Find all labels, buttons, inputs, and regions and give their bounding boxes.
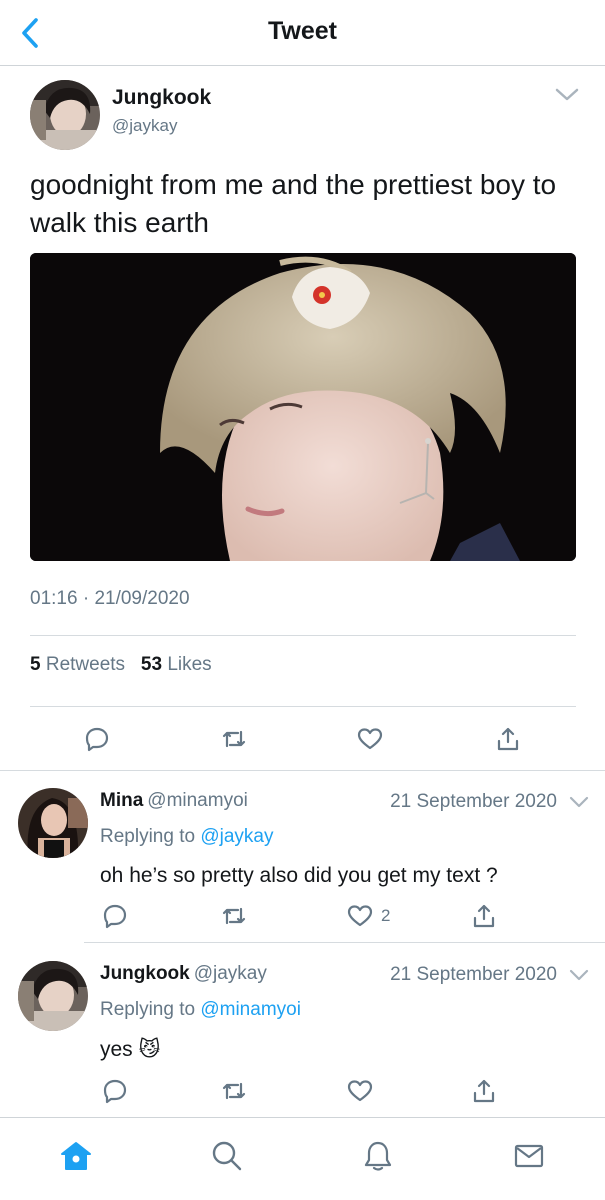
retweet-icon bbox=[222, 1082, 246, 1100]
retweet-icon bbox=[222, 730, 246, 748]
author-name[interactable]: Jungkook bbox=[112, 86, 211, 110]
reply-button[interactable] bbox=[102, 896, 128, 936]
reply-like-count: 2 bbox=[381, 906, 391, 925]
reply-author[interactable]: Jungkook @jaykay bbox=[100, 963, 267, 985]
share-button[interactable] bbox=[496, 719, 520, 759]
retweet-count: 5 bbox=[30, 654, 41, 675]
tweet-stats: 5 Retweets 53 Likes bbox=[30, 654, 212, 676]
tweet-action-bar bbox=[30, 719, 576, 759]
reply-action-bar bbox=[100, 1071, 500, 1111]
reply-date: 21 September 2020 bbox=[390, 964, 557, 985]
reply-icon bbox=[103, 904, 127, 929]
chevron-down-icon[interactable] bbox=[554, 84, 580, 104]
retweet-button[interactable] bbox=[220, 896, 248, 936]
reply-author-handle: @jaykay bbox=[193, 963, 267, 984]
tweet-text: goodnight from me and the prettiest boy … bbox=[30, 169, 557, 238]
retweet-button[interactable] bbox=[220, 1071, 248, 1111]
like-button[interactable] bbox=[357, 719, 383, 759]
tweet-date: 21/09/2020 bbox=[94, 588, 190, 609]
messages-icon bbox=[514, 1144, 544, 1168]
retweet-label: Retweets bbox=[45, 654, 126, 675]
reply-icon bbox=[103, 1079, 127, 1104]
chevron-down-icon[interactable] bbox=[569, 794, 589, 810]
mention-link[interactable]: @jaykay bbox=[200, 826, 273, 847]
heart-icon bbox=[347, 905, 373, 927]
replying-prefix: Replying to bbox=[100, 999, 196, 1020]
tab-messages[interactable] bbox=[509, 1136, 549, 1176]
tweet-photo[interactable] bbox=[30, 253, 576, 561]
tab-search[interactable] bbox=[207, 1136, 247, 1176]
search-icon bbox=[212, 1141, 242, 1171]
reply-tweet[interactable]: Jungkook @jaykay 21 September 2020 Replyi… bbox=[0, 943, 605, 1115]
share-button[interactable] bbox=[472, 896, 496, 936]
replying-to: Replying to @minamyoi bbox=[100, 999, 301, 1021]
reply-author[interactable]: Mina @minamyoi bbox=[100, 790, 248, 812]
reply-author-name: Jungkook bbox=[100, 963, 190, 984]
tweet-time: 01:16 bbox=[30, 588, 78, 609]
retweets-stat[interactable]: 5 Retweets bbox=[30, 654, 125, 675]
tweet-author-header: Jungkook @jaykay bbox=[30, 80, 580, 156]
reply-action-bar: 2 bbox=[100, 896, 500, 936]
home-icon bbox=[61, 1142, 91, 1170]
reply-author-name: Mina bbox=[100, 790, 144, 811]
reply-text: oh he’s so pretty also did you get my te… bbox=[100, 864, 498, 887]
replying-prefix: Replying to bbox=[100, 826, 196, 847]
replying-to: Replying to @jaykay bbox=[100, 826, 274, 848]
reply-button[interactable] bbox=[102, 1071, 128, 1111]
notifications-icon bbox=[364, 1141, 392, 1171]
reply-tweet[interactable]: Mina @minamyoi 21 September 2020 Replying… bbox=[0, 770, 605, 942]
share-icon bbox=[473, 904, 495, 928]
tab-home[interactable] bbox=[56, 1136, 96, 1176]
reply-avatar[interactable] bbox=[18, 961, 88, 1031]
retweet-button[interactable] bbox=[220, 719, 248, 759]
author-avatar[interactable] bbox=[30, 80, 100, 150]
like-button[interactable] bbox=[347, 1071, 373, 1111]
retweet-icon bbox=[222, 907, 246, 925]
likes-stat[interactable]: 53 Likes bbox=[141, 654, 212, 675]
reply-icon bbox=[85, 727, 109, 752]
like-button[interactable]: 2 bbox=[347, 896, 390, 936]
like-label: Likes bbox=[167, 654, 212, 675]
mention-link[interactable]: @minamyoi bbox=[200, 999, 301, 1020]
reply-text: yes 😼 bbox=[100, 1038, 161, 1061]
tweet-timestamp: 01:16 · 21/09/2020 bbox=[30, 588, 190, 610]
share-icon bbox=[497, 727, 519, 751]
author-handle[interactable]: @jaykay bbox=[112, 116, 177, 136]
share-icon bbox=[473, 1079, 495, 1103]
bottom-tab-bar bbox=[0, 1117, 605, 1200]
like-count: 53 bbox=[140, 654, 163, 675]
reply-date: 21 September 2020 bbox=[390, 791, 557, 812]
page-title: Tweet bbox=[268, 17, 337, 45]
heart-icon bbox=[347, 1080, 373, 1102]
heart-icon bbox=[357, 728, 383, 750]
navigation-bar: Tweet bbox=[0, 0, 605, 66]
chevron-down-icon[interactable] bbox=[569, 967, 589, 983]
divider bbox=[30, 635, 576, 636]
reply-avatar[interactable] bbox=[18, 788, 88, 858]
timestamp-separator: · bbox=[82, 588, 90, 609]
share-button[interactable] bbox=[472, 1071, 496, 1111]
divider bbox=[30, 706, 576, 707]
tab-notifications[interactable] bbox=[358, 1136, 398, 1176]
reply-button[interactable] bbox=[84, 719, 110, 759]
reply-author-handle: @minamyoi bbox=[147, 790, 248, 811]
